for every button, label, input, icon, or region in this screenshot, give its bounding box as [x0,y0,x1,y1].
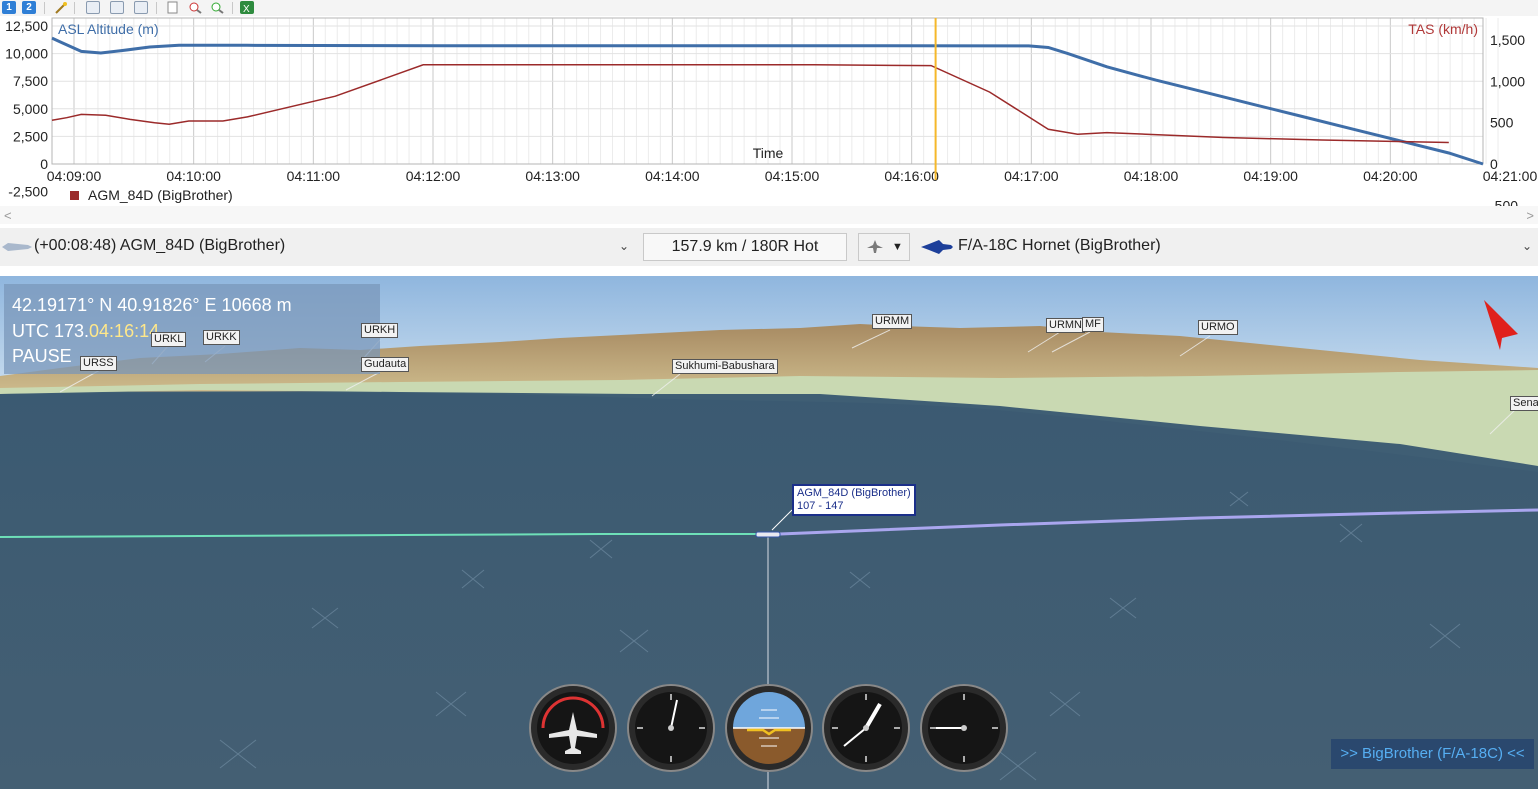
position-overlay: 42.19171° N 40.91826° E 10668 m UTC 173.… [4,284,380,374]
plot-frame [51,17,1484,165]
x-tick-label: 04:11:00 [287,168,341,184]
chart-canvas: 04:09:00 04:10:00 04:11:00 04:12:00 04:13:00… [5,17,1537,206]
y-left-tick-label: 0 [40,156,48,172]
legend-label: AGM_84D (BigBrother) [88,187,233,203]
airport-label[interactable]: URMM [872,314,913,329]
x-tick-label: 04:13:00 [525,168,580,184]
airport-label[interactable]: MF [1082,317,1104,332]
attitude-indicator-gauge [725,684,813,772]
toolbar: 1 2 X [0,0,1538,16]
x-tick-label: 04:19:00 [1243,168,1298,184]
wand-icon[interactable] [54,1,68,14]
airport-label[interactable]: URMO [1198,320,1238,335]
heading-indicator-gauge [822,684,910,772]
chart-grid [52,18,1499,165]
airport-label[interactable]: Gudauta [361,357,410,372]
zoom-in-icon[interactable] [210,1,224,14]
grid-icon[interactable] [134,1,148,14]
utc-time-value: 04:16:14 [89,321,160,341]
scroll-right-arrow[interactable]: > [1526,208,1534,223]
coordinates-readout: 42.19171° N 40.91826° E 10668 m [12,295,292,315]
view-1-button[interactable]: 1 [2,1,16,14]
x-tick-label: 04:14:00 [645,168,700,184]
airport-label[interactable]: URKK [203,330,240,345]
airport-label[interactable]: URKL [151,332,187,347]
object-label[interactable]: AGM_84D (BigBrother) 107 - 147 [792,484,916,516]
right-object-select[interactable]: F/A-18C Hornet (BigBrother) ⌄ [952,233,1538,261]
scroll-left-arrow[interactable]: < [4,208,12,223]
airport-label[interactable]: Sukhumi-Babushara [672,359,778,374]
x-tick-label: 04:18:00 [1124,168,1179,184]
utc-prefix: UTC 173. [12,321,90,341]
view-2-button[interactable]: 2 [22,1,36,14]
svg-text:X: X [243,4,250,14]
dropdown-arrow-icon[interactable]: ▼ [892,234,903,260]
distance-value: 157.9 km / 180R Hot [671,238,819,255]
x-tick-label: 04:12:00 [406,168,461,184]
y-right-tick-label: 500 [1490,115,1514,131]
x-tick-label: 04:17:00 [1004,168,1059,184]
follow-object-bar[interactable]: >> BigBrother (F/A-18C) << [1331,739,1534,769]
3d-viewport[interactable]: 42.19171° N 40.91826° E 10668 m UTC 173.… [0,276,1538,789]
x-axis-label: Time [753,145,784,161]
legend-swatch [70,191,79,200]
x-tick-label: 04:09:00 [47,168,102,184]
y-right-tick-label: 1,000 [1490,73,1525,89]
grid-icon[interactable] [86,1,100,14]
vertical-speed-gauge [920,684,1008,772]
chart-scrollbar[interactable]: < > [0,206,1538,224]
x-tick-label: 04:16:00 [884,168,939,184]
toolbar-separator [156,2,157,14]
y-right-tick-label: -500 [1490,197,1518,206]
y-left-tick-label: 5,000 [13,101,48,117]
page-icon[interactable] [166,1,180,14]
utc-time-readout: UTC 173.04:16:14 [12,321,159,342]
distance-display: 157.9 km / 180R Hot [643,233,847,261]
y-left-tick-label: 7,500 [13,73,48,89]
playback-status: PAUSE [12,346,72,366]
toolbar-separator [232,2,233,14]
toolbar-separator [74,2,75,14]
x-tick-label: 04:15:00 [765,168,820,184]
airport-label[interactable]: URSS [80,356,117,371]
turn-coordinator-gauge [529,684,617,772]
object-label-info: 107 - 147 [797,500,844,512]
airport-label[interactable]: URMN [1046,318,1085,333]
missile-marker[interactable] [755,531,781,538]
export-icon[interactable]: X [240,1,254,15]
altimeter-gauge [627,684,715,772]
toolbar-separator [44,2,45,14]
y-left-tick-label: -2,500 [8,184,48,200]
chevron-down-icon: ⌄ [1521,239,1532,253]
x-tick-label: 04:20:00 [1363,168,1418,184]
grid-icon[interactable] [110,1,124,14]
jet-icon [921,240,953,254]
right-object-label: F/A-18C Hornet (BigBrother) [958,237,1161,254]
object-label-name: AGM_84D (BigBrother) [797,487,911,499]
aircraft-icon [867,240,883,253]
tas-series-line [51,64,1449,144]
airport-label[interactable]: URKH [361,323,399,338]
y-left-tick-label: 10,000 [5,46,48,62]
y-left-tick-label: 12,500 [5,18,48,34]
left-object-label: (+00:08:48) AGM_84D (BigBrother) [34,237,286,254]
object-selector-bar: (+00:08:48) AGM_84D (BigBrother) ⌄ 157.9… [0,228,1538,266]
aircraft-filter-button[interactable]: ▼ [858,233,910,261]
airport-label[interactable]: Sena [1510,396,1538,411]
y-left-tick-label: 2,500 [13,128,48,144]
follow-label: >> BigBrother (F/A-18C) << [1340,745,1525,762]
left-object-select[interactable]: (+00:08:48) AGM_84D (BigBrother) ⌄ [30,233,633,261]
y-right-tick-label: 1,500 [1490,32,1525,48]
y-right-label: TAS (km/h) [1408,21,1478,37]
zoom-out-icon[interactable] [188,1,202,14]
chevron-down-icon: ⌄ [618,239,629,253]
missile-icon [2,243,32,251]
y-left-label: ASL Altitude (m) [58,21,159,37]
x-tick-label: 04:10:00 [166,168,221,184]
y-right-tick-label: 0 [1490,156,1498,172]
altitude-speed-chart[interactable]: 04:09:00 04:10:00 04:11:00 04:12:00 04:13:00… [0,16,1538,206]
